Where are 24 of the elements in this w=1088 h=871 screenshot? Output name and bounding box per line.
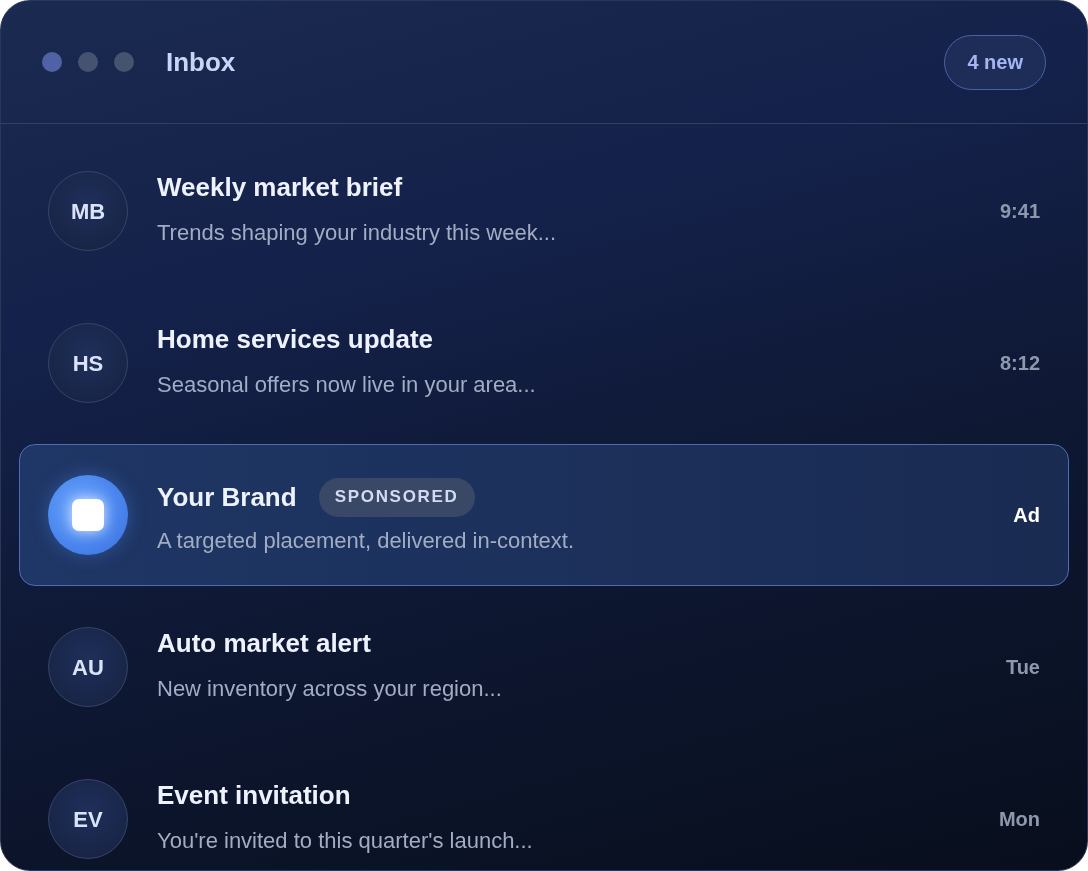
sponsored-tag: SPONSORED <box>318 477 475 517</box>
message-preview: You're invited to this quarter's launch... <box>157 827 534 855</box>
message-title: Home services update <box>157 323 433 355</box>
message-time: 8:12 <box>999 351 1040 376</box>
message-time: Mon <box>998 807 1040 832</box>
sponsored-row[interactable]: Your Brand SPONSORED A targeted placement, delivered in-context. Ad <box>19 444 1069 586</box>
logo-icon <box>48 475 128 555</box>
message-title: Auto market alert <box>157 627 371 659</box>
message-time: 9:41 <box>999 199 1040 224</box>
message-preview: New inventory across your region... <box>157 675 503 703</box>
message-title: Event invitation <box>157 779 351 811</box>
message-title: Weekly market brief <box>157 171 403 203</box>
message-preview: Seasonal offers now live in your area... <box>157 371 537 399</box>
new-count-badge: 4 new <box>944 34 1046 90</box>
avatar: MB <box>48 171 128 251</box>
avatar: HS <box>48 323 128 403</box>
message-title: Your Brand <box>157 481 297 513</box>
message-preview: A targeted placement, delivered in-context. <box>157 526 576 555</box>
avatar: AU <box>48 627 128 707</box>
message-time: Ad <box>1013 503 1040 528</box>
message-preview: Trends shaping your industry this week... <box>157 219 558 247</box>
avatar: EV <box>48 779 128 859</box>
window-title: Inbox <box>166 45 236 79</box>
message-time: Tue <box>1005 655 1040 680</box>
